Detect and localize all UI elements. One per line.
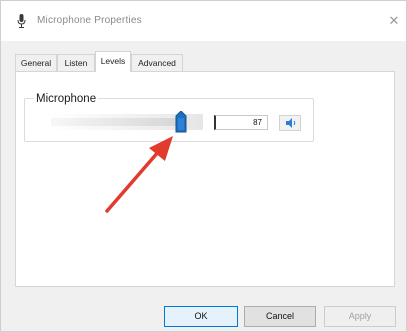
group-label: Microphone bbox=[34, 93, 99, 105]
ok-button[interactable]: OK bbox=[164, 306, 238, 327]
close-icon: ✕ bbox=[388, 13, 400, 28]
microphone-properties-dialog: Microphone Properties ✕ General Listen L… bbox=[0, 0, 407, 332]
slider-thumb[interactable] bbox=[175, 111, 187, 133]
window-title: Microphone Properties bbox=[37, 15, 142, 26]
apply-button[interactable]: Apply bbox=[324, 306, 396, 327]
annotation-arrow bbox=[105, 136, 173, 213]
tab-listen[interactable]: Listen bbox=[57, 54, 95, 71]
slider-fill bbox=[51, 118, 184, 126]
cancel-button[interactable]: Cancel bbox=[244, 306, 316, 327]
tab-advanced[interactable]: Advanced bbox=[131, 54, 183, 71]
tab-general[interactable]: General bbox=[15, 54, 57, 71]
mute-button[interactable] bbox=[279, 115, 301, 131]
title-bar: Microphone Properties ✕ bbox=[1, 1, 406, 41]
volume-value-field[interactable]: 87 bbox=[214, 115, 268, 130]
microphone-icon bbox=[17, 14, 26, 28]
tab-levels[interactable]: Levels bbox=[95, 51, 131, 72]
close-button[interactable]: ✕ bbox=[385, 12, 403, 30]
speaker-icon bbox=[286, 118, 296, 128]
